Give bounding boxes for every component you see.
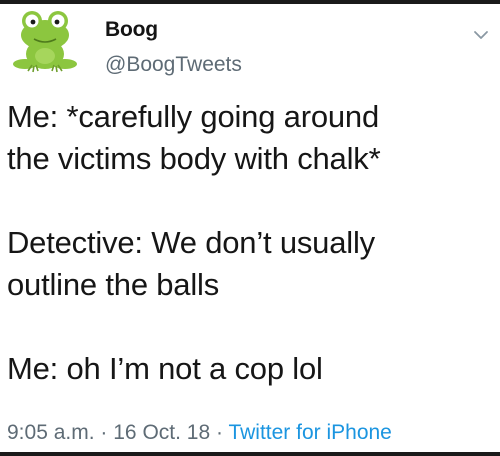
tweet-text: Me: *carefully going around the victims … (7, 96, 493, 390)
separator: · (215, 421, 223, 444)
tweet-time[interactable]: 9:05 a.m. (7, 421, 95, 444)
tweet-source-link[interactable]: Twitter for iPhone (228, 421, 391, 444)
separator: · (100, 421, 108, 444)
tweet-date[interactable]: 16 Oct. 18 (113, 421, 210, 444)
author-display-name[interactable]: Boog (105, 18, 158, 42)
author-handle[interactable]: @BoogTweets (105, 53, 242, 77)
tweet-header: Boog @BoogTweets (0, 4, 500, 88)
frog-avatar-icon[interactable] (10, 8, 80, 78)
tweet-metadata: 9:05 a.m. · 16 Oct. 18 · Twitter for iPh… (7, 421, 392, 445)
bottom-border (0, 452, 500, 456)
chevron-down-icon[interactable] (472, 28, 490, 42)
tweet-paragraph: Me: oh I’m not a cop lol (7, 351, 323, 386)
tweet-paragraph: Me: *carefully going around the victims … (7, 99, 381, 176)
tweet-paragraph: Detective: We don’t usually outline the … (7, 225, 375, 302)
